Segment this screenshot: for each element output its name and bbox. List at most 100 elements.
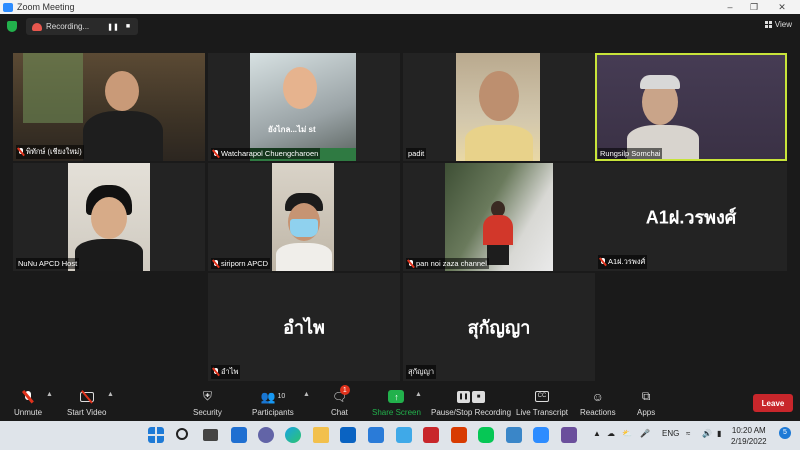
store-icon[interactable]: [340, 427, 356, 443]
video-options-caret[interactable]: ▲: [107, 391, 114, 398]
video-tile[interactable]: padit: [403, 53, 595, 161]
reactions-button[interactable]: ☺ Reactions: [580, 388, 616, 418]
mic-muted-icon: [213, 149, 219, 158]
mail-icon[interactable]: [368, 427, 384, 443]
maximize-button[interactable]: ❐: [742, 0, 766, 14]
recording-label: Recording...: [46, 22, 90, 31]
video-tile[interactable]: พิทักษ์ (เชียงใหม่): [13, 53, 205, 161]
leave-button[interactable]: Leave: [753, 394, 793, 412]
face-mask: [290, 219, 318, 237]
edge-browser-icon[interactable]: [285, 427, 301, 443]
video-tile[interactable]: อำไพ อำไพ: [208, 273, 400, 381]
participant-hair: [640, 75, 680, 89]
participant-face: [283, 67, 317, 109]
smiley-icon: ☺: [591, 389, 604, 404]
teams-chat-icon[interactable]: [258, 427, 274, 443]
language-indicator[interactable]: ENG: [662, 429, 679, 438]
video-tile[interactable]: สุกัญญา สุกัญญา: [403, 273, 595, 381]
close-button[interactable]: ✕: [770, 0, 794, 14]
mic-muted-icon: [18, 148, 24, 156]
pause-stop-recording-button[interactable]: ❚❚ ■ Pause/Stop Recording: [431, 388, 511, 417]
participant-name-label: Watcharapol Chuengcharoen: [211, 148, 321, 159]
encryption-shield-icon[interactable]: [7, 21, 17, 32]
chat-unread-badge: 1: [339, 385, 350, 395]
window-title: Zoom Meeting: [17, 2, 75, 12]
taskbar-clock[interactable]: 10:20 AM 2/19/2022: [731, 425, 767, 447]
share-screen-button[interactable]: ↑ Share Screen: [372, 388, 421, 417]
video-tile[interactable]: siriporn APCD: [208, 163, 400, 271]
volume-icon[interactable]: 🔊: [702, 429, 712, 438]
mic-muted-icon: [600, 258, 606, 266]
pause-stop-icon: ❚❚ ■: [457, 388, 486, 405]
participants-options-caret[interactable]: ▲: [303, 391, 310, 398]
participant-face: [105, 71, 139, 111]
video-tile[interactable]: NuNu APCD Host: [13, 163, 205, 271]
launcher-icon[interactable]: [396, 427, 412, 443]
search-icon[interactable]: [176, 428, 188, 440]
participant-name-label: NuNu APCD Host: [16, 258, 80, 269]
view-button[interactable]: View: [764, 20, 792, 29]
office-icon[interactable]: [451, 427, 467, 443]
file-explorer-icon[interactable]: [313, 427, 329, 443]
participant-display-name: A1ฝ.วรพงศ์: [645, 207, 737, 228]
video-tile[interactable]: ยังไกล...ไม่ st Watcharapol Chuengcharoe…: [208, 53, 400, 161]
weather-icon[interactable]: ⛅: [622, 429, 632, 438]
mic-muted-icon: [408, 259, 414, 268]
meeting-toolbar: Unmute ▲ Start Video ▲ ⛨ Security 👥 10 P…: [0, 385, 800, 421]
zoom-window: Zoom Meeting – ❐ ✕ Recording... ❚❚ ■ Vie…: [0, 0, 800, 450]
participant-name-label: siriporn APCD: [211, 258, 271, 269]
photos-icon[interactable]: [506, 427, 522, 443]
participant-name-label: พิทักษ์ (เชียงใหม่): [16, 145, 84, 159]
snipping-tool-icon[interactable]: [561, 427, 577, 443]
unmute-button[interactable]: Unmute: [14, 388, 42, 417]
share-arrow-icon: ↑: [388, 390, 405, 403]
zoom-app-icon[interactable]: [533, 427, 549, 443]
participant-name-label: สุกัญญา: [406, 365, 437, 379]
stop-recording-button[interactable]: ■: [122, 21, 134, 33]
security-button[interactable]: ⛨ Security: [193, 388, 222, 417]
mic-muted-icon: [213, 259, 219, 268]
live-transcript-button[interactable]: CC Live Transcript: [516, 388, 568, 417]
wifi-icon[interactable]: ≈: [686, 429, 690, 438]
participant-face: [91, 197, 127, 239]
minimize-button[interactable]: –: [718, 0, 742, 14]
share-options-caret[interactable]: ▲: [415, 391, 422, 398]
participants-icon: 👥: [260, 389, 276, 404]
antivirus-icon[interactable]: [423, 427, 439, 443]
microphone-icon[interactable]: 🎤: [640, 429, 650, 438]
battery-icon[interactable]: ▮: [717, 429, 721, 438]
start-menu-icon[interactable]: [148, 427, 164, 443]
windows-taskbar: ▲ ☁ ⛅ 🎤 ENG ≈ 🔊 ▮ 10:20 AM 2/19/2022 5: [0, 421, 800, 450]
video-tile-active-speaker[interactable]: Rungsilp Somchai: [595, 53, 787, 161]
video-tile[interactable]: A1ฝ.วรพงศ์ A1ฝ.วรพงศ์: [595, 163, 787, 271]
participants-button[interactable]: 👥 10 Participants: [252, 388, 294, 418]
chat-button[interactable]: 🗨 1 Chat: [331, 385, 350, 417]
line-app-icon[interactable]: [478, 427, 494, 443]
onedrive-cloud-icon[interactable]: ☁: [607, 429, 615, 438]
meeting-top-bar: Recording... ❚❚ ■ View: [0, 14, 800, 38]
participant-body: [83, 111, 163, 161]
zoom-logo-icon: [3, 2, 13, 12]
apps-button[interactable]: ⧉ Apps: [637, 388, 655, 417]
participant-name-label: pan noi zaza channel: [406, 258, 489, 269]
participant-display-name: สุกัญญา: [467, 317, 531, 338]
window-background: [23, 53, 83, 123]
audio-options-caret[interactable]: ▲: [46, 391, 53, 398]
participant-body: [276, 243, 332, 271]
start-video-button[interactable]: Start Video: [67, 388, 106, 417]
participant-body: [483, 215, 513, 245]
mic-muted-icon: [213, 368, 219, 376]
apps-icon: ⧉: [641, 389, 651, 403]
widgets-icon[interactable]: [231, 427, 247, 443]
grid-icon: [764, 21, 772, 28]
show-hidden-icons-chevron[interactable]: ▲: [593, 429, 601, 438]
participant-name-label: A1ฝ.วรพงศ์: [598, 255, 648, 269]
notification-badge-icon[interactable]: 5: [779, 427, 791, 439]
cloud-recording-icon: [32, 22, 42, 31]
clock-date: 2/19/2022: [731, 437, 767, 446]
participant-body: [465, 125, 533, 161]
participants-count: 10: [277, 393, 286, 400]
video-tile[interactable]: pan noi zaza channel: [403, 163, 595, 271]
pause-recording-button[interactable]: ❚❚: [107, 21, 119, 33]
task-view-icon[interactable]: [203, 429, 218, 441]
